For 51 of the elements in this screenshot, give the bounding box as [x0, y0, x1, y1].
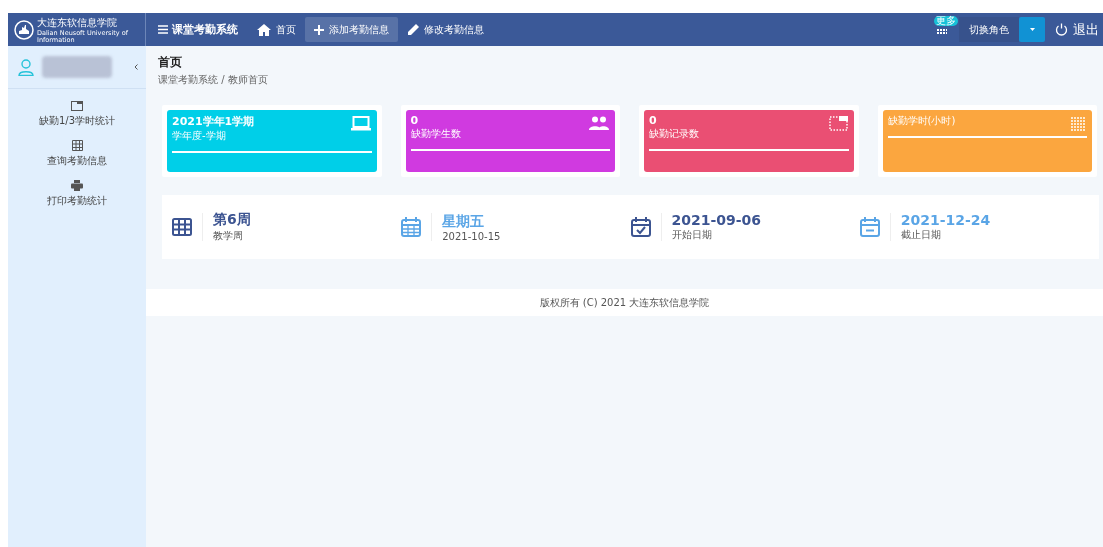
redacted-name — [42, 56, 112, 78]
info-label: 2021-10-15 — [442, 230, 501, 242]
logo-name: 大连东软信息学院 — [37, 15, 118, 30]
copyright-text: 版权所有 (C) 2021 大连东软信息学院 — [539, 295, 710, 310]
sidebar-item[interactable]: 缺勤1/3学时统计 — [8, 101, 146, 128]
info-value: 2021-12-24 — [900, 212, 991, 228]
grid-icon[interactable] — [937, 27, 947, 36]
collapse-icon[interactable] — [134, 64, 138, 70]
table-icon — [172, 218, 192, 236]
calendar-icon — [401, 217, 422, 237]
sidebar-item[interactable]: 查询考勤信息 — [8, 140, 146, 168]
more-badge: 更多 — [934, 16, 958, 26]
calendar-minus-icon — [859, 217, 880, 237]
window-icon — [828, 116, 848, 131]
stat-label: 学年度-学期 — [172, 129, 226, 143]
stat-value: 2021学年1学期 — [172, 114, 255, 129]
app-title: 课堂考勤系统 — [172, 22, 238, 37]
power-icon — [1055, 23, 1068, 36]
user-icon — [18, 58, 34, 76]
info-label: 开始日期 — [671, 228, 713, 242]
stat-label: 缺勤记录数 — [649, 127, 699, 141]
info-value: 星期五 — [442, 212, 486, 231]
stat-value: 0 — [649, 114, 657, 127]
grid-icon — [71, 140, 83, 151]
page-title: 首页 — [158, 54, 183, 71]
info-label: 截止日期 — [900, 228, 942, 242]
info-label: 教学周 — [213, 229, 244, 243]
stat-value: 0 — [410, 114, 419, 127]
nav-item[interactable]: 添加考勤信息 — [305, 17, 398, 42]
people-icon — [589, 116, 609, 130]
home-icon — [257, 23, 271, 36]
logout-button[interactable]: 退出 — [1045, 13, 1103, 46]
info-value: 2021-09-06 — [671, 212, 762, 228]
sidebar-item[interactable]: 打印考勤统计 — [8, 180, 146, 208]
stat-label: 缺勤学生数 — [410, 127, 461, 141]
nav-item[interactable]: 首页 — [248, 17, 305, 42]
window-icon — [71, 101, 83, 111]
plus-icon — [314, 24, 324, 35]
laptop-icon — [350, 116, 371, 131]
menu-icon[interactable] — [158, 25, 168, 34]
breadcrumb: 课堂考勤系统 / 教师首页 — [158, 73, 269, 87]
emblem-icon — [14, 19, 34, 40]
stat-label: 缺勤学时(小时) — [887, 114, 956, 128]
nav-item[interactable]: 修改考勤信息 — [398, 17, 493, 42]
calendar-check-icon — [630, 217, 651, 237]
pencil-icon — [407, 23, 419, 36]
role-switch[interactable]: 切换角色 — [959, 17, 1019, 42]
dots-icon — [1070, 116, 1086, 132]
printer-icon — [71, 180, 83, 191]
info-value: 第6周 — [213, 211, 251, 229]
caret-icon — [1029, 28, 1035, 31]
